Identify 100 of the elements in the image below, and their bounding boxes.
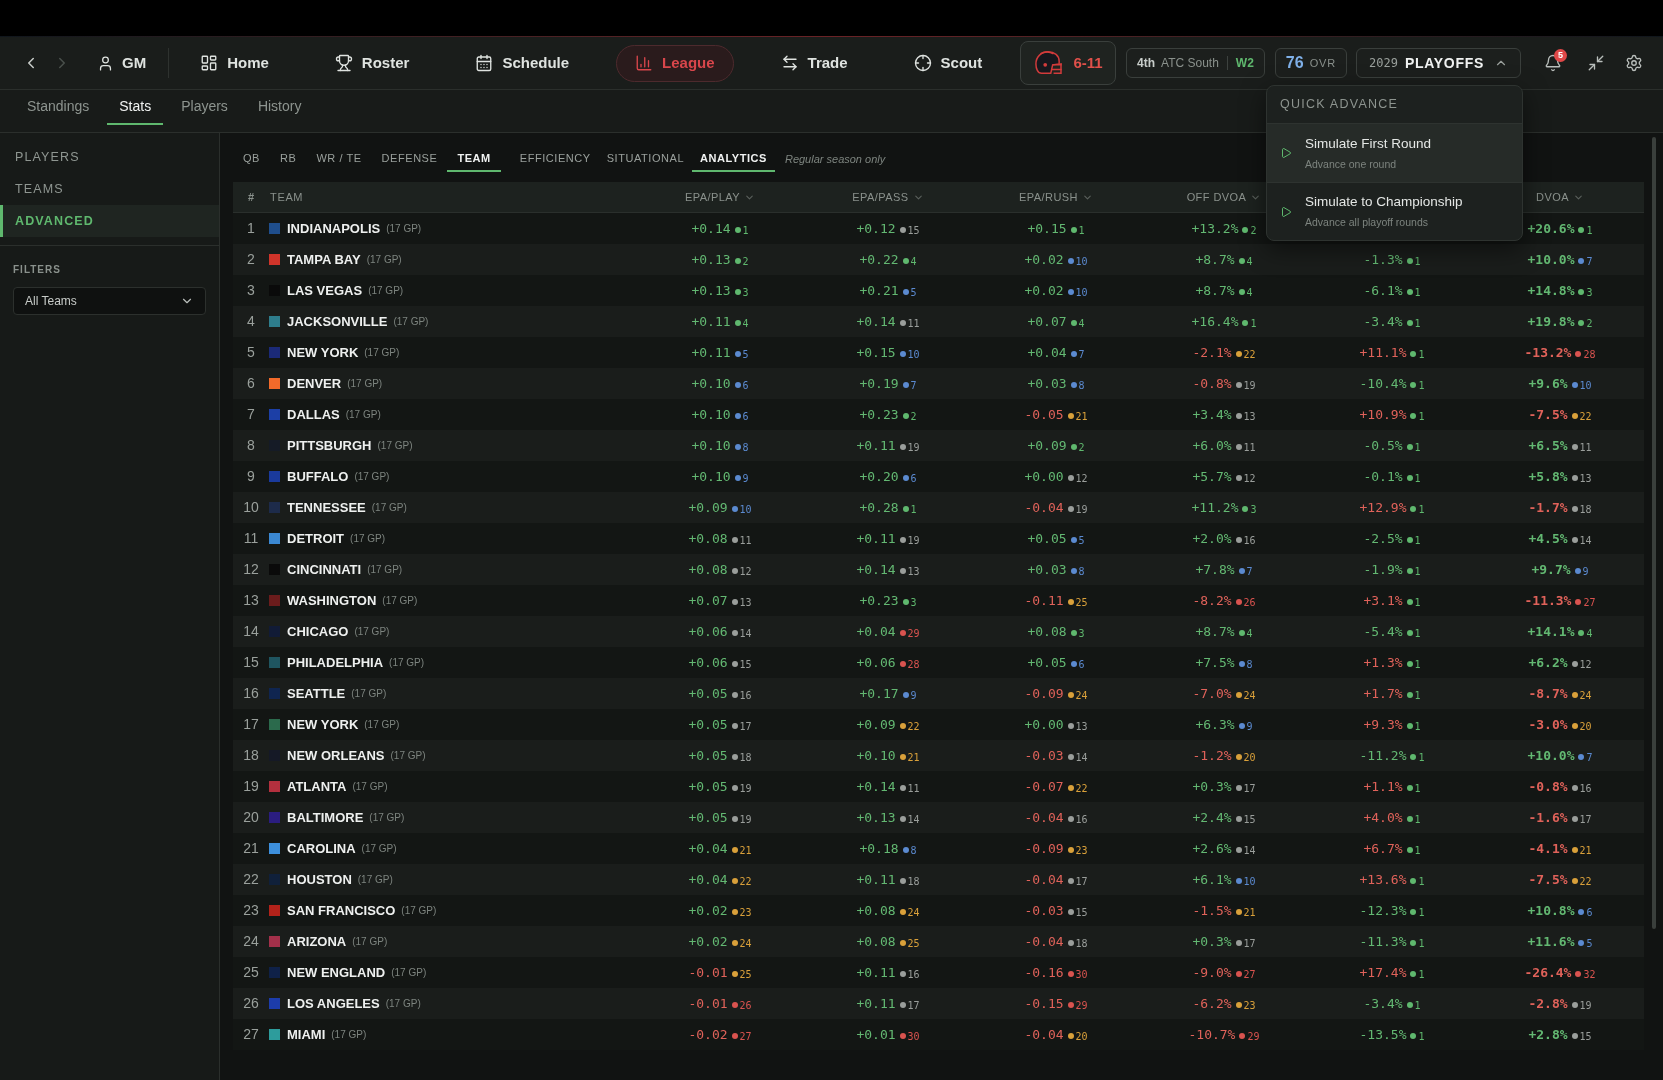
stat-rank: 4 [1246,256,1253,267]
stat-rank: 1 [1414,566,1421,577]
table-row[interactable]: 26 LOS ANGELES (17 GP) -0.01 26 +0.11 17 -0.15 29 -6.2% 23 -3.4% 1 -2.8% 19 [233,988,1644,1019]
stat-value: -2.5% [1363,532,1403,545]
nav-tab[interactable]: Scout [894,44,1002,82]
team-filter-select[interactable]: All Teams [13,287,206,315]
table-row[interactable]: 2 TAMPA BAY (17 GP) +0.13 2 +0.22 4 +0.02 10 +8.7% 4 -1.3% 1 +10.0% 7 [233,244,1644,275]
stat-rank: 1 [1414,721,1421,732]
bar-chart-icon [635,54,654,72]
view-tab[interactable]: EFFICIENCY [511,147,599,172]
table-row[interactable]: 6 DENVER (17 GP) +0.10 6 +0.19 7 +0.03 8 -0.8% 19 -10.4% 1 +9.6% 10 [233,368,1644,399]
view-tab[interactable]: ANALYTICS [692,147,775,172]
category-tab[interactable]: DEFENSE [371,147,448,172]
stat-value: +2.4% [1192,811,1232,824]
stat-rank: 1 [1418,349,1425,360]
team-name: TAMPA BAY [287,250,361,269]
team-record-button[interactable]: 6-11 [1020,41,1116,85]
nav-tab[interactable]: Roster [315,44,429,82]
stat-rank: 18 [907,876,920,887]
stat-rank: 14 [739,628,752,639]
category-tab[interactable]: RB [270,147,307,172]
stat-rank: 12 [1579,659,1592,670]
row-rank: 15 [243,653,259,672]
team-name: DALLAS [287,405,340,424]
table-row[interactable]: 12 CINCINNATI (17 GP) +0.08 12 +0.14 13 +0.03 8 +7.8% 7 -1.9% 1 +9.7% 9 [233,554,1644,585]
table-row[interactable]: 20 BALTIMORE (17 GP) +0.05 19 +0.13 14 -0.04 16 +2.4% 15 +4.0% 1 -1.6% 17 [233,802,1644,833]
sub-tab[interactable]: Stats [107,90,164,125]
stat-rank: 22 [1579,876,1592,887]
table-row[interactable]: 4 JACKSONVILLE (17 GP) +0.11 4 +0.14 11 +0.07 4 +16.4% 1 -3.4% 1 +19.8% 2 [233,306,1644,337]
sort-header[interactable]: EPA/PASS [852,188,924,206]
row-rank: 9 [247,467,255,486]
team-name: NEW ORLEANS [287,746,385,765]
team-name: TENNESSEE [287,498,366,517]
stat-value: +0.15 [1027,222,1067,235]
row-rank: 2 [247,250,255,269]
table-row[interactable]: 18 NEW ORLEANS (17 GP) +0.05 18 +0.10 21 -0.03 14 -1.2% 20 -11.2% 1 +10.0% 7 [233,740,1644,771]
sub-tab[interactable]: Players [169,90,240,125]
table-row[interactable]: 8 PITTSBURGH (17 GP) +0.10 8 +0.11 19 +0.09 2 +6.0% 11 -0.5% 1 +6.5% 11 [233,430,1644,461]
stat-rank: 8 [1078,380,1085,391]
sort-header[interactable]: OFF DVOA [1186,188,1262,206]
stat-rank: 1 [1414,845,1421,856]
nav-tab[interactable]: League [616,44,734,82]
sidebar-item[interactable]: ADVANCED [0,205,219,237]
category-tab[interactable]: TEAM [447,147,501,172]
helmet-icon [1033,50,1064,76]
menu-item[interactable]: Simulate First Round Advance one round [1267,124,1522,182]
profile-button[interactable]: GM [95,49,149,77]
stat-rank: 19 [1243,380,1256,391]
stat-rank: 29 [907,628,920,639]
stat-rank: 12 [739,566,752,577]
games-played: (17 GP) [382,594,418,608]
stat-value: +0.28 [859,501,899,514]
team-name: CAROLINA [287,839,356,858]
table-row[interactable]: 14 CHICAGO (17 GP) +0.06 14 +0.04 29 +0.08 3 +8.7% 4 -5.4% 1 +14.1% 4 [233,616,1644,647]
stat-value: +0.05 [688,780,728,793]
nav-tab[interactable]: Home [181,44,288,82]
stat-value: +8.7% [1195,625,1235,638]
stat-value: -0.11 [1024,594,1064,607]
stat-rank: 21 [1243,907,1256,918]
stat-rank: 9 [1246,721,1253,732]
games-played: (17 GP) [354,625,390,639]
category-tab[interactable]: WR / TE [306,147,372,172]
stat-value: +0.06 [856,656,896,669]
season-note: Regular season only [784,152,886,168]
row-rank: 1 [247,219,255,238]
stat-value: +6.7% [1363,842,1403,855]
stat-rank: 22 [1579,411,1592,422]
scrollbar-thumb[interactable] [1651,137,1656,929]
nav-tab[interactable]: Schedule [456,44,589,82]
sidebar-item[interactable]: PLAYERS [0,141,219,173]
view-tab[interactable]: SITUATIONAL [598,147,693,172]
stat-rank: 15 [739,659,752,670]
sub-tab[interactable]: Standings [15,90,102,125]
stat-rank: 15 [1579,1031,1592,1042]
stat-rank: 19 [739,783,752,794]
table-row[interactable]: 16 SEATTLE (17 GP) +0.05 16 +0.17 9 -0.09 24 -7.0% 24 +1.7% 1 -8.7% 24 [233,678,1644,709]
team-name: NEW YORK [287,343,359,362]
table-row[interactable]: 10 TENNESSEE (17 GP) +0.09 10 +0.28 1 -0.04 19 +11.2% 3 +12.9% 1 -1.7% 18 [233,492,1644,523]
stat-value: -1.3% [1363,253,1403,266]
stat-value: +0.00 [1024,470,1064,483]
nav-tab[interactable]: Trade [761,44,867,82]
sort-header[interactable]: EPA/RUSH [1019,188,1093,206]
stat-value: -11.2% [1359,749,1407,762]
notifications-button[interactable]: 5 [1539,49,1567,77]
sort-header[interactable]: EPA/PLAY [684,188,756,206]
stat-value: +5.8% [1528,470,1568,483]
table-row[interactable]: 22 HOUSTON (17 GP) +0.04 22 +0.11 18 -0.04 17 +6.1% 10 +13.6% 1 -7.5% 22 [233,864,1644,895]
games-played: (17 GP) [364,718,400,732]
season-phase-button[interactable]: 2029 PLAYOFFS [1356,48,1521,78]
stat-rank: 6 [1078,659,1085,670]
stat-rank: 23 [1075,845,1088,856]
stat-rank: 10 [1075,287,1088,298]
sub-tab[interactable]: History [245,90,314,125]
sort-header[interactable]: DVOA [1536,188,1584,206]
sidebar-item[interactable]: TEAMS [0,173,219,205]
table-row[interactable]: 24 ARIZONA (17 GP) +0.02 24 +0.08 25 -0.04 18 +0.3% 17 -11.3% 1 +11.6% 5 [233,926,1644,957]
menu-item[interactable]: Simulate to Championship Advance all playoff rounds [1267,182,1522,240]
category-tab[interactable]: QB [233,147,270,172]
stat-rank: 10 [1075,256,1088,267]
stat-rank: 30 [1075,969,1088,980]
